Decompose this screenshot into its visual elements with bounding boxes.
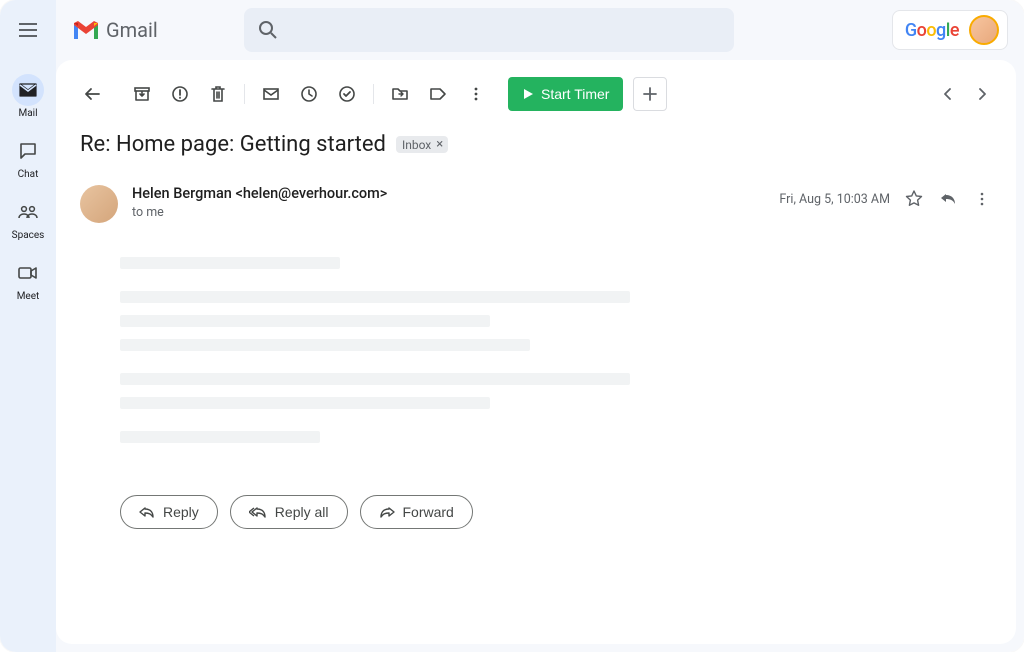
clock-icon — [300, 85, 318, 103]
next-message-button[interactable] — [966, 78, 998, 110]
chip-text: Inbox — [402, 138, 431, 152]
sender-avatar[interactable] — [80, 185, 118, 223]
message-more-button[interactable] — [972, 189, 992, 209]
toolbar-separator — [373, 84, 374, 104]
gmail-logo[interactable]: Gmail — [72, 18, 232, 42]
reply-label: Reply — [163, 504, 199, 520]
nav-item-spaces[interactable]: Spaces — [2, 190, 54, 251]
back-button[interactable] — [74, 76, 110, 112]
user-avatar — [969, 15, 999, 45]
reply-icon-button[interactable] — [938, 189, 958, 209]
nav-label-chat: Chat — [18, 169, 39, 180]
placeholder-bar — [120, 397, 490, 409]
snooze-button[interactable] — [291, 76, 327, 112]
sender-line: Helen Bergman <helen@everhour.com> — [132, 185, 779, 202]
folder-move-icon — [391, 85, 409, 103]
label-icon — [429, 85, 447, 103]
forward-button[interactable]: Forward — [360, 495, 473, 529]
arrow-left-icon — [83, 85, 101, 103]
nav-label-spaces: Spaces — [12, 230, 45, 241]
task-icon — [338, 85, 356, 103]
start-timer-label: Start Timer — [541, 86, 609, 102]
forward-icon — [379, 505, 395, 519]
mail-icon — [19, 83, 37, 97]
spam-icon — [171, 85, 189, 103]
nav-item-mail[interactable]: Mail — [2, 68, 54, 129]
nav-item-chat[interactable]: Chat — [2, 129, 54, 190]
delete-button[interactable] — [200, 76, 236, 112]
chip-remove-icon[interactable]: × — [433, 137, 446, 152]
placeholder-bar — [120, 431, 320, 443]
chat-icon — [19, 142, 37, 160]
google-logo-text: Google — [905, 20, 959, 41]
add-button[interactable] — [633, 77, 667, 111]
top-bar: Gmail Google — [56, 0, 1024, 60]
reply-button[interactable]: Reply — [120, 495, 218, 529]
gmail-logo-text: Gmail — [106, 18, 158, 42]
envelope-icon — [262, 85, 280, 103]
reply-icon — [139, 505, 155, 519]
start-timer-button[interactable]: Start Timer — [508, 77, 623, 111]
placeholder-bar — [120, 257, 340, 269]
subject-row: Re: Home page: Getting started Inbox × — [80, 132, 998, 157]
nav-item-meet[interactable]: Meet — [2, 251, 54, 312]
spaces-icon — [18, 205, 38, 219]
more-vert-icon — [973, 190, 991, 208]
meet-icon — [18, 266, 38, 280]
message-card: Start Timer Re: Home page: Getting start… — [56, 60, 1016, 644]
reply-all-button[interactable]: Reply all — [230, 495, 348, 529]
hamburger-icon — [19, 23, 37, 37]
chevron-left-icon — [943, 88, 953, 100]
placeholder-bar — [120, 339, 530, 351]
left-nav-rail: Mail Chat Spaces Meet — [0, 0, 56, 652]
app-shell: Mail Chat Spaces Meet — [0, 0, 1024, 652]
main-area: Gmail Google — [56, 0, 1024, 652]
email-timestamp: Fri, Aug 5, 10:03 AM — [779, 192, 890, 207]
reply-all-icon — [249, 505, 267, 519]
placeholder-bar — [120, 315, 490, 327]
placeholder-bar — [120, 373, 630, 385]
main-menu-button[interactable] — [8, 10, 48, 50]
search-icon — [258, 20, 278, 40]
placeholder-bar — [120, 291, 630, 303]
trash-icon — [209, 85, 227, 103]
forward-label: Forward — [403, 504, 454, 520]
nav-label-mail: Mail — [18, 108, 37, 119]
add-task-button[interactable] — [329, 76, 365, 112]
play-icon — [522, 88, 534, 100]
reply-actions: Reply Reply all Forward — [120, 495, 998, 529]
star-button[interactable] — [904, 189, 924, 209]
inbox-label-chip[interactable]: Inbox × — [396, 136, 448, 153]
prev-message-button[interactable] — [932, 78, 964, 110]
labels-button[interactable] — [420, 76, 456, 112]
mark-unread-button[interactable] — [253, 76, 289, 112]
message-toolbar: Start Timer — [74, 74, 998, 114]
nav-label-meet: Meet — [17, 291, 40, 302]
move-to-button[interactable] — [382, 76, 418, 112]
more-vert-icon — [467, 85, 485, 103]
gmail-logo-icon — [72, 19, 100, 41]
google-account-chip[interactable]: Google — [892, 10, 1008, 50]
chevron-right-icon — [977, 88, 987, 100]
toolbar-separator — [244, 84, 245, 104]
more-button[interactable] — [458, 76, 494, 112]
spam-button[interactable] — [162, 76, 198, 112]
email-body-placeholder — [120, 257, 998, 465]
archive-icon — [133, 85, 151, 103]
recipient-line[interactable]: to me — [132, 205, 779, 220]
mail-header: Helen Bergman <helen@everhour.com> to me… — [80, 185, 992, 223]
plus-icon — [642, 86, 658, 102]
star-icon — [905, 190, 923, 208]
search-input[interactable] — [244, 8, 734, 52]
email-subject: Re: Home page: Getting started — [80, 132, 386, 157]
archive-button[interactable] — [124, 76, 160, 112]
reply-all-label: Reply all — [275, 504, 329, 520]
reply-icon — [939, 190, 957, 208]
